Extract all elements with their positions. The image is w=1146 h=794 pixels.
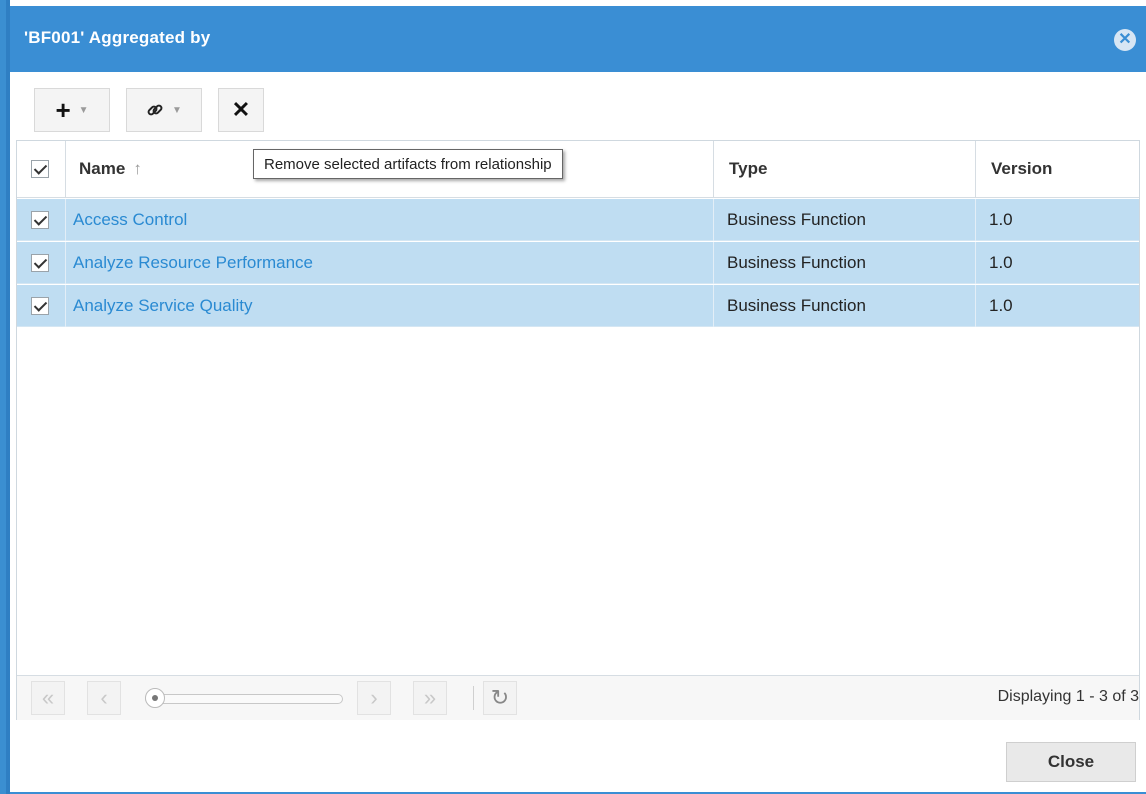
page-slider[interactable] (145, 688, 345, 708)
link-button[interactable]: ▼ (126, 88, 202, 132)
pagination-toolbar: « ‹ › » ↻ Displaying 1 - 3 of 3 (17, 675, 1139, 720)
chevron-down-icon: ▼ (78, 104, 89, 116)
artifact-version: 1.0 (989, 210, 1013, 229)
row-checkbox[interactable] (31, 199, 49, 241)
paging-status: Displaying 1 - 3 of 3 (997, 688, 1139, 705)
first-page-icon[interactable]: « (31, 681, 65, 715)
column-divider (65, 285, 66, 327)
column-header-type-label: Type (729, 159, 768, 178)
column-header-name[interactable]: Name ↑ (79, 141, 142, 197)
column-divider (713, 141, 714, 197)
checkbox-checked-icon (31, 160, 49, 178)
grid-header: Name ↑ Type Version Remove selected arti… (17, 141, 1139, 198)
column-divider (975, 285, 976, 327)
dialog-title: 'BF001' Aggregated by (24, 28, 211, 47)
pager-divider (473, 686, 474, 710)
column-header-version-label: Version (991, 159, 1053, 178)
artifact-name-link[interactable]: Access Control (73, 199, 187, 241)
toolbar: + ▼ ▼ ✕ (16, 72, 1140, 142)
artifacts-grid: Name ↑ Type Version Remove selected arti… (16, 140, 1140, 720)
checkbox-checked-icon (31, 254, 49, 272)
slider-knob[interactable] (145, 688, 165, 708)
column-divider (65, 141, 66, 197)
column-divider (65, 242, 66, 284)
column-header-version[interactable]: Version (991, 141, 1052, 197)
aggregated-by-dialog: 'BF001' Aggregated by ✕ + ▼ ▼ ✕ Name ↑ T… (10, 6, 1146, 794)
artifact-type: Business Function (727, 296, 866, 315)
dialog-titlebar: 'BF001' Aggregated by ✕ (10, 6, 1146, 72)
column-divider (975, 199, 976, 241)
close-circle-icon[interactable]: ✕ (1114, 29, 1136, 51)
refresh-icon[interactable]: ↻ (483, 681, 517, 715)
plus-icon: + (55, 95, 71, 125)
artifact-version: 1.0 (989, 253, 1013, 272)
next-page-icon[interactable]: › (357, 681, 391, 715)
dialog-footer: Close (10, 722, 1146, 794)
row-checkbox[interactable] (31, 285, 49, 327)
close-button[interactable]: Close (1006, 742, 1136, 782)
column-header-name-label: Name (79, 159, 126, 178)
link-icon (146, 101, 164, 119)
row-checkbox[interactable] (31, 242, 49, 284)
table-row[interactable]: Analyze Service Quality Business Functio… (17, 285, 1139, 327)
checkbox-checked-icon (31, 297, 49, 315)
artifact-name-link[interactable]: Analyze Service Quality (73, 285, 253, 327)
slider-track (145, 694, 343, 704)
checkbox-checked-icon (31, 211, 49, 229)
column-header-type[interactable]: Type (729, 141, 767, 197)
remove-button[interactable]: ✕ (218, 88, 264, 132)
artifact-name-link[interactable]: Analyze Resource Performance (73, 242, 313, 284)
artifact-type: Business Function (727, 210, 866, 229)
column-divider (713, 199, 714, 241)
close-icon: ✕ (231, 97, 251, 122)
column-divider (713, 242, 714, 284)
previous-page-icon[interactable]: ‹ (87, 681, 121, 715)
column-divider (713, 285, 714, 327)
table-row[interactable]: Analyze Resource Performance Business Fu… (17, 242, 1139, 284)
select-all-checkbox[interactable] (31, 141, 49, 197)
artifact-version: 1.0 (989, 296, 1013, 315)
column-divider (65, 199, 66, 241)
sort-ascending-icon: ↑ (133, 159, 142, 178)
table-row[interactable]: Access Control Business Function 1.0 (17, 199, 1139, 241)
column-divider (975, 242, 976, 284)
column-divider (975, 141, 976, 197)
chevron-down-icon: ▼ (172, 104, 182, 116)
last-page-icon[interactable]: » (413, 681, 447, 715)
add-button[interactable]: + ▼ (34, 88, 110, 132)
artifact-type: Business Function (727, 253, 866, 272)
remove-tooltip: Remove selected artifacts from relations… (253, 149, 563, 179)
